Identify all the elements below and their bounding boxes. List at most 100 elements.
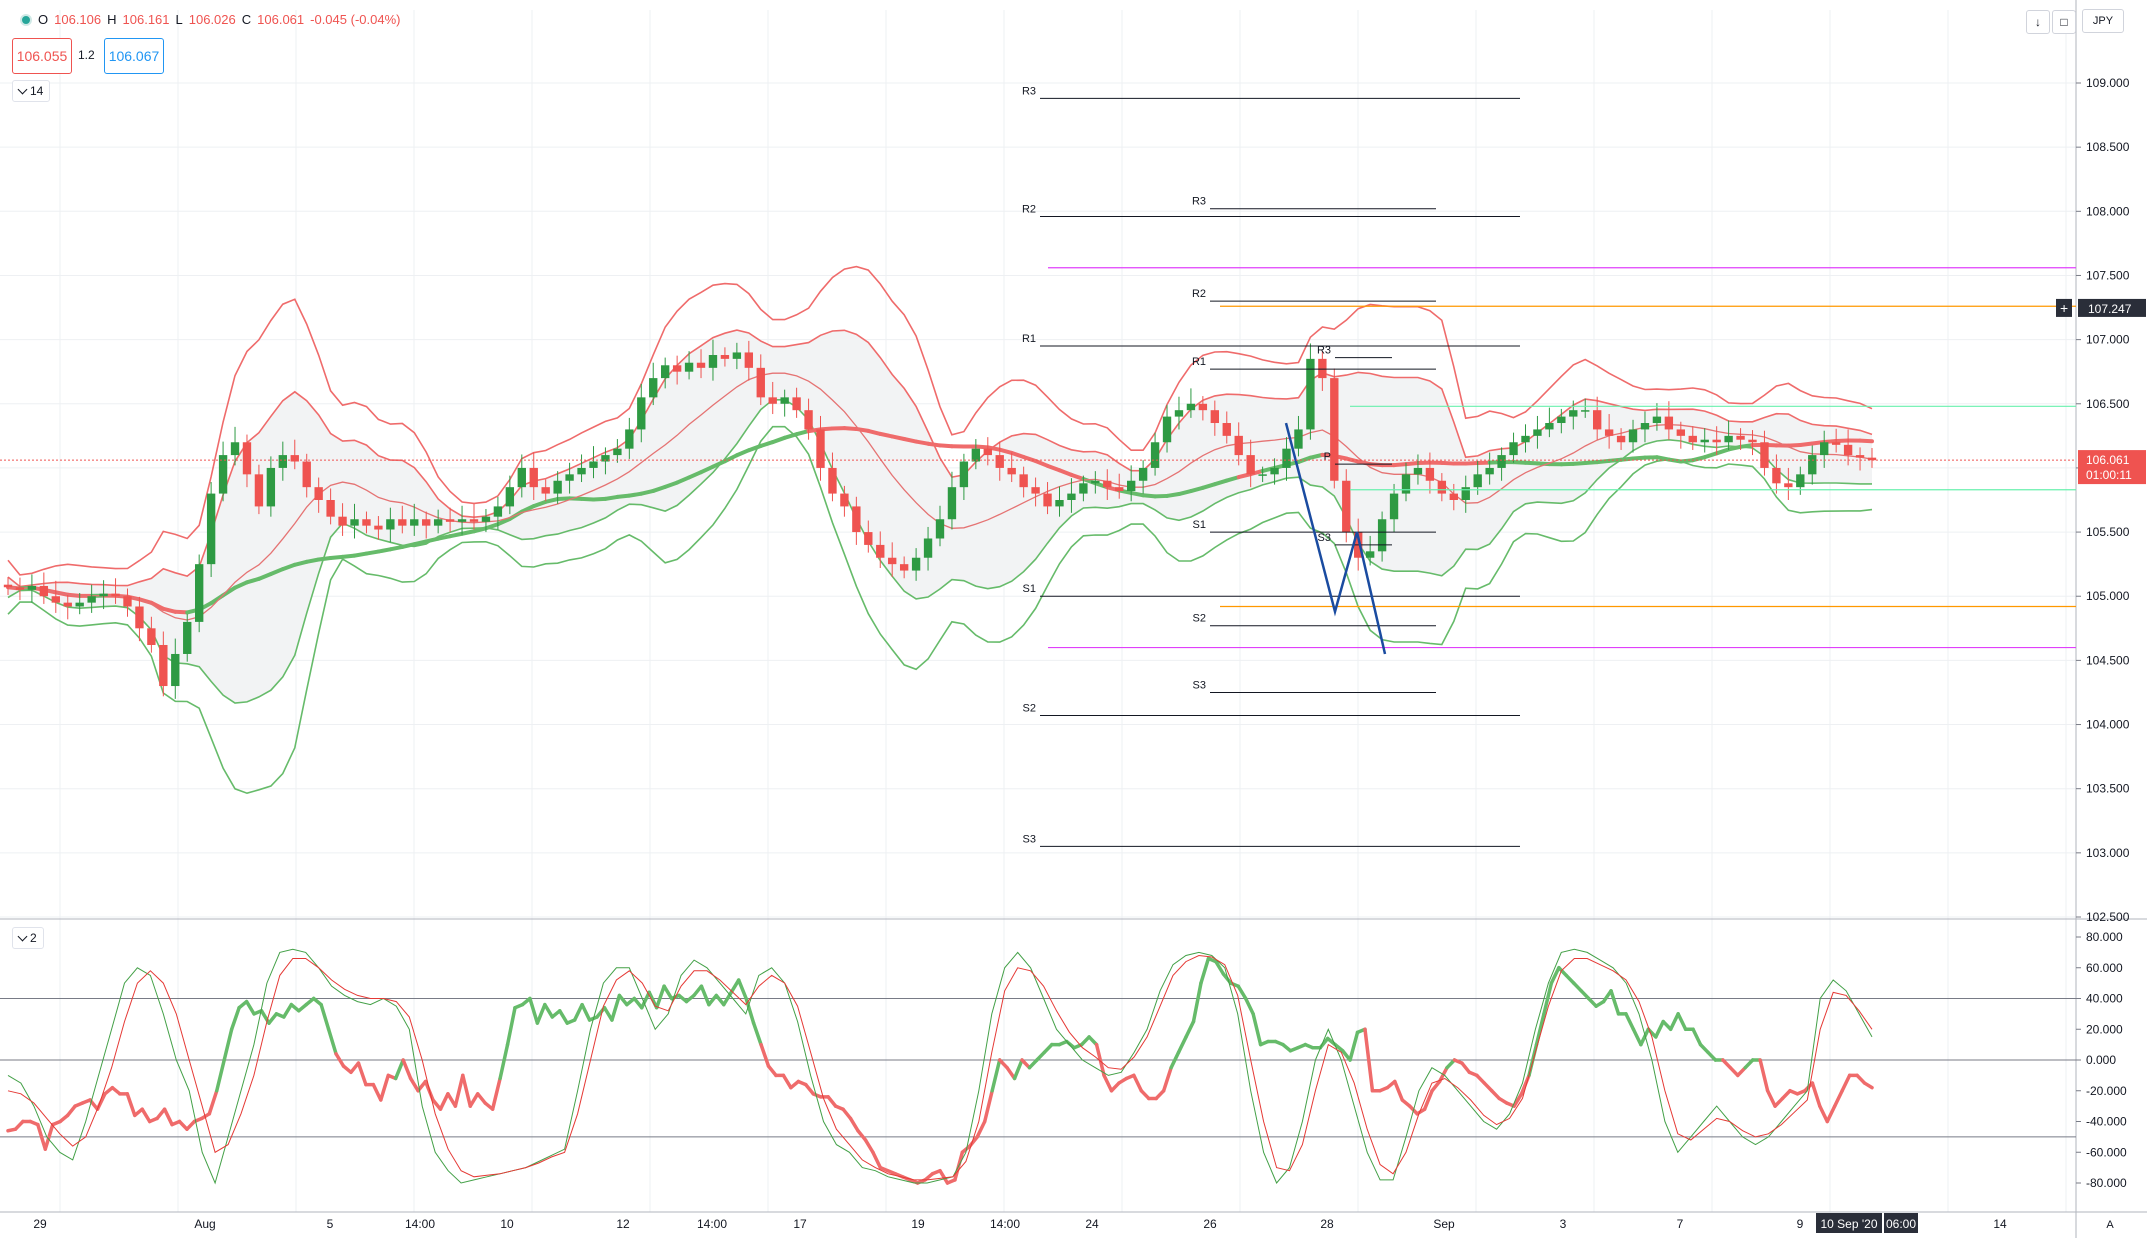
candle-body	[1664, 416, 1674, 430]
candle-body	[1091, 480, 1100, 484]
oscillator-indicator-toggle[interactable]: 2	[12, 927, 44, 949]
oscillator-main-segment	[498, 1042, 510, 1081]
candle-body	[1449, 493, 1458, 500]
candle-body	[1330, 378, 1339, 481]
oscillator-main-segment	[1676, 1012, 1688, 1031]
oscillator-main-segment	[1348, 1030, 1360, 1062]
candle-body	[218, 455, 228, 494]
x-tick-label: Aug	[194, 1217, 215, 1231]
oscillator-main-segment	[938, 1168, 950, 1185]
oscillator-main-segment	[1832, 1089, 1844, 1108]
oscillator-main-segment	[1534, 1012, 1546, 1047]
candle-body	[1473, 474, 1482, 488]
candle-body	[1043, 493, 1052, 507]
candle-body	[1174, 410, 1184, 417]
candle-body	[1294, 429, 1303, 449]
pivot-label-weekly: R3	[1022, 85, 1036, 97]
oscillator-main-segment	[1654, 1019, 1665, 1039]
candle-body	[3, 584, 13, 588]
oscillator-main-segment	[468, 1092, 480, 1108]
candle-body	[1616, 435, 1626, 443]
candle-body	[1855, 455, 1865, 458]
candle-body	[27, 585, 37, 590]
candle-body	[99, 593, 108, 597]
maximize-icon[interactable]: □	[2052, 10, 2076, 34]
pivot-label-daily: S1	[1193, 519, 1206, 531]
candle-body	[541, 487, 550, 494]
spread-value: 1.2	[78, 48, 95, 62]
candle-body	[864, 532, 873, 545]
pivot-label-daily: S3	[1193, 679, 1206, 691]
candle-body	[696, 362, 706, 368]
oscillator-main-segment	[1102, 1073, 1114, 1093]
trading-chart[interactable]: R3 R2 R1 S1 S2 S3 R3 R2 R1 S1 S2 S3 R3 P S3 109.000 108.…	[0, 0, 2147, 1238]
oscillator-main-segment	[871, 1150, 883, 1170]
oscillator-main-segment	[1176, 1035, 1188, 1055]
candle-body	[1198, 403, 1208, 411]
candle-body	[660, 365, 670, 379]
oscillator-main-segment	[759, 1042, 771, 1068]
candle-body	[888, 557, 897, 565]
x-tick-label: 17	[793, 1217, 807, 1231]
candle-body	[1604, 429, 1614, 436]
pivot-label-hourly: P	[1324, 451, 1331, 463]
pivot-label-weekly: R1	[1022, 333, 1036, 345]
candle-body	[1772, 467, 1781, 484]
candle-body	[565, 474, 574, 481]
candle-body	[1712, 439, 1721, 443]
low-label: L	[175, 12, 183, 27]
candle-body	[1724, 435, 1733, 443]
candle-body	[1115, 487, 1124, 492]
sell-button[interactable]: 106.055	[12, 38, 72, 74]
close-value: 106.061	[257, 12, 305, 27]
candle-body	[39, 585, 49, 597]
candle-body	[1401, 474, 1411, 494]
candle-body	[1485, 467, 1494, 475]
candle-body	[1222, 423, 1231, 436]
oscillator-main-segment	[140, 1107, 152, 1124]
oscillator-main-segment	[1236, 984, 1248, 1001]
y-tick-label: 105.500	[2086, 525, 2130, 539]
oscillator-main-segment	[438, 1092, 450, 1111]
oscillator-main-segment	[982, 1089, 994, 1124]
candle-body	[1796, 474, 1805, 488]
candle-body	[75, 602, 84, 607]
candle-body	[553, 480, 562, 494]
pivot-label-daily: R3	[1192, 196, 1206, 208]
candle-body	[410, 519, 419, 526]
y-tick-label: 103.500	[2086, 782, 2130, 796]
oscillator-main-segment	[841, 1107, 853, 1121]
buy-button[interactable]: 106.067	[104, 38, 164, 74]
candle-body	[15, 587, 25, 590]
pivot-label-weekly: R2	[1022, 203, 1036, 215]
osc-y-tick-label: -80.000	[2086, 1176, 2127, 1190]
candle-body	[899, 564, 909, 571]
pivot-label-daily: R2	[1192, 288, 1206, 300]
pivot-label-daily: R1	[1192, 356, 1206, 368]
candle-body	[398, 519, 407, 526]
candle-body	[314, 487, 323, 500]
candle-body	[1365, 551, 1375, 558]
y-tick-label: 109.000	[2086, 76, 2130, 90]
candle-body	[804, 410, 813, 430]
currency-menu[interactable]: JPY	[2082, 9, 2124, 33]
candle-body	[1413, 467, 1423, 475]
y-tick-label: 107.500	[2086, 268, 2130, 282]
candle-body	[1497, 455, 1506, 468]
oscillator-main-segment	[610, 993, 622, 1022]
oscillator-main-segment	[475, 1092, 487, 1105]
candle-body	[1377, 519, 1387, 552]
x-tick-label: 14:00	[405, 1217, 435, 1231]
candle-body	[1138, 467, 1148, 481]
candle-body	[266, 467, 276, 507]
price-indicator-toggle[interactable]: 14	[12, 80, 51, 102]
download-arrow-icon[interactable]: ↓	[2026, 10, 2050, 34]
oscillator-main-segment	[490, 1076, 502, 1111]
x-tick-label: 12	[616, 1217, 630, 1231]
price-indicator-label: 14	[30, 84, 44, 98]
x-tick-label: 9	[1797, 1217, 1804, 1231]
candle-body	[720, 355, 730, 359]
candle-body	[123, 596, 132, 607]
candle-body	[1808, 455, 1817, 475]
candle-body	[1533, 429, 1542, 436]
